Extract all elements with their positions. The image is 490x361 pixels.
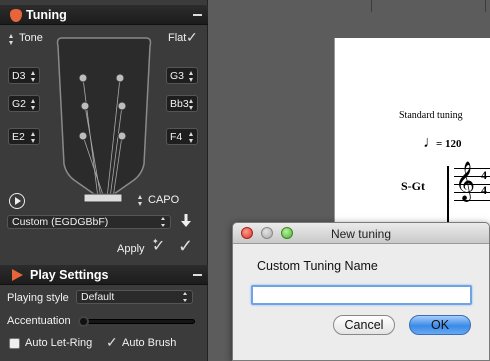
string-stepper[interactable] bbox=[31, 99, 36, 110]
string-stepper[interactable] bbox=[189, 71, 194, 82]
collapse-icon[interactable] bbox=[193, 14, 202, 16]
flat-label: Flat bbox=[168, 32, 187, 44]
auto-let-ring-label: Auto Let-Ring bbox=[25, 337, 93, 349]
auto-let-ring-checkbox[interactable] bbox=[9, 338, 20, 349]
playing-style-select[interactable]: Default bbox=[76, 290, 193, 304]
accentuation-label: Accentuation bbox=[7, 315, 71, 327]
string-peg-bb3[interactable]: Bb3 bbox=[166, 95, 198, 112]
playing-style-value: Default bbox=[81, 291, 115, 303]
guitar-pick-icon bbox=[10, 9, 22, 22]
apply-label: Apply bbox=[117, 243, 145, 255]
tone-stepper[interactable] bbox=[9, 34, 14, 45]
string-stepper[interactable] bbox=[189, 99, 194, 110]
string-peg-f4[interactable]: F4 bbox=[166, 128, 198, 145]
string-note-g2: G2 bbox=[12, 98, 27, 110]
select-arrows-icon bbox=[161, 217, 166, 227]
tuning-sidebar: Tuning Tone Flat ✓ D3 G2 E2 G3 Bb3 F4 CA… bbox=[0, 0, 208, 361]
time-signature-top: 4 bbox=[481, 168, 487, 182]
apply-check-icon[interactable]: ✓ bbox=[178, 237, 193, 255]
time-signature-bottom: 4 bbox=[481, 183, 487, 197]
play-settings-title: Play Settings bbox=[30, 268, 109, 282]
cancel-button[interactable]: Cancel bbox=[333, 315, 395, 335]
tuning-section-header[interactable]: Tuning bbox=[0, 5, 208, 25]
new-tuning-dialog: New tuning Custom Tuning Name Cancel OK bbox=[232, 222, 490, 361]
auto-brush-checkbox[interactable]: ✓ bbox=[106, 335, 118, 349]
tuning-section-title: Tuning bbox=[26, 8, 67, 22]
capo-label: CAPO bbox=[148, 194, 180, 206]
string-stepper[interactable] bbox=[31, 132, 36, 143]
playing-style-label: Playing style bbox=[7, 292, 69, 304]
accentuation-slider-knob[interactable] bbox=[78, 316, 89, 327]
string-note-bb3: Bb3 bbox=[170, 98, 189, 110]
string-peg-g3[interactable]: G3 bbox=[166, 67, 198, 84]
accentuation-slider[interactable] bbox=[80, 319, 195, 324]
string-note-f4: F4 bbox=[170, 131, 183, 143]
string-peg-g2[interactable]: G2 bbox=[8, 95, 40, 112]
divider bbox=[371, 0, 372, 12]
string-note-e2: E2 bbox=[12, 131, 25, 143]
download-arrow-icon[interactable] bbox=[181, 214, 191, 228]
string-peg-d3[interactable]: D3 bbox=[8, 67, 40, 84]
tuning-preset-value: Custom (EGDGBbF) bbox=[12, 216, 109, 228]
dialog-prompt: Custom Tuning Name bbox=[257, 259, 378, 273]
capo-stepper[interactable] bbox=[138, 195, 143, 206]
tuning-text: Standard tuning bbox=[399, 110, 463, 121]
treble-clef-icon: 𝄞 bbox=[455, 163, 476, 200]
staff-bracket bbox=[447, 166, 449, 226]
dialog-titlebar[interactable]: New tuning bbox=[233, 223, 489, 244]
collapse-icon[interactable] bbox=[193, 274, 202, 276]
dialog-title: New tuning bbox=[330, 227, 392, 241]
string-stepper[interactable] bbox=[189, 132, 194, 143]
flat-checkbox[interactable]: ✓ bbox=[186, 30, 198, 44]
play-settings-icon bbox=[12, 269, 23, 281]
string-note-d3: D3 bbox=[12, 70, 26, 82]
divider bbox=[485, 0, 486, 12]
auto-brush-label: Auto Brush bbox=[122, 337, 177, 349]
tuning-preset-select[interactable]: Custom (EGDGBbF) bbox=[7, 215, 171, 229]
string-peg-e2[interactable]: E2 bbox=[8, 128, 40, 145]
apply-all-star-icon: ✦ bbox=[152, 237, 159, 246]
play-settings-section-header[interactable]: Play Settings bbox=[0, 265, 208, 285]
play-tuning-button[interactable] bbox=[9, 193, 25, 209]
tone-label: Tone bbox=[19, 32, 43, 44]
tempo-value: = 120 bbox=[436, 138, 462, 150]
string-stepper[interactable] bbox=[31, 71, 36, 82]
tuning-name-input[interactable] bbox=[251, 285, 472, 305]
track-label: S-Gt bbox=[401, 179, 425, 193]
select-arrows-icon bbox=[183, 292, 188, 302]
guitar-headstock bbox=[56, 37, 152, 203]
ok-button[interactable]: OK bbox=[409, 315, 471, 335]
string-note-g3: G3 bbox=[170, 70, 185, 82]
